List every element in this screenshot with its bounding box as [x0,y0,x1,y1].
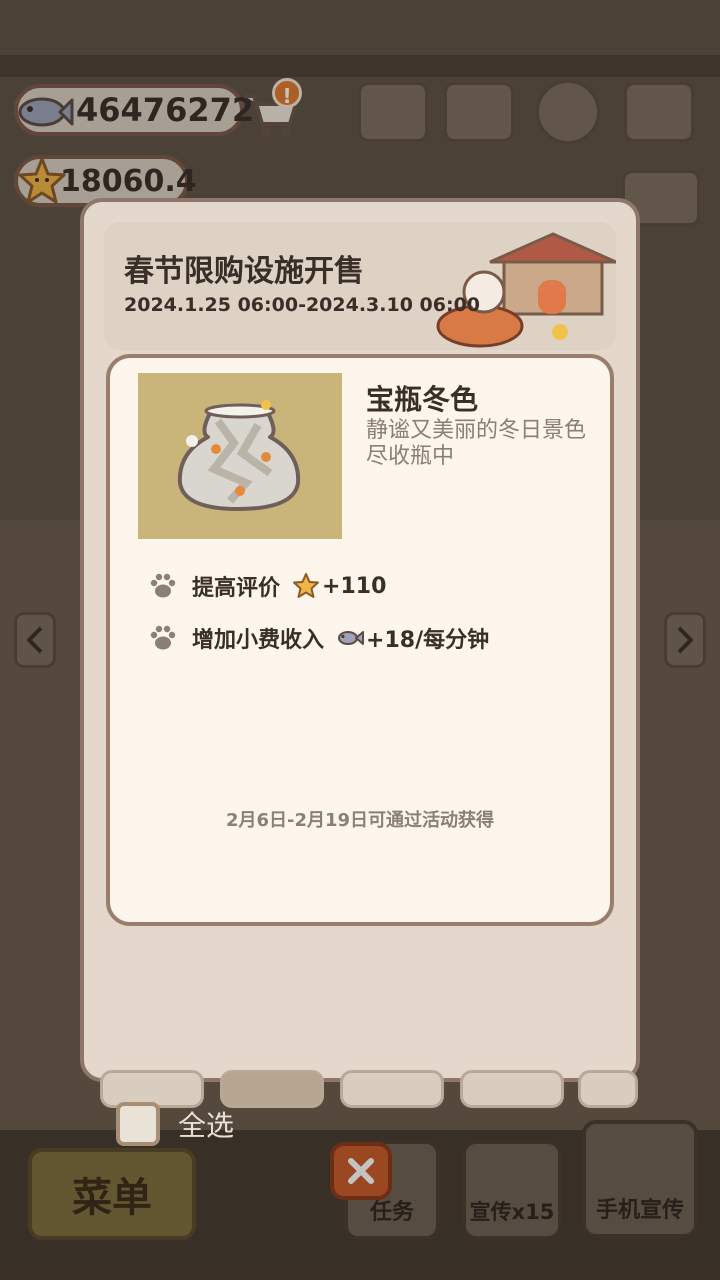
stat-rating-label: 提高评价 [192,576,281,601]
tab-chip[interactable] [220,1070,324,1108]
tab-chip[interactable] [460,1070,564,1108]
item-description: 静谧又美丽的冬日景色尽收瓶中 [366,418,587,469]
select-all-control[interactable]: 全选 [116,1102,234,1146]
event-title: 春节限购设施开售 [124,254,364,289]
event-shrine-illustration [420,222,617,352]
vase-icon [177,400,301,511]
select-all-checkbox[interactable] [116,1102,160,1146]
paw-icon [150,625,176,650]
tab-chip[interactable] [578,1070,638,1108]
stat-rating-value: +110 [322,573,387,599]
stat-rating-row: 提高评价 +110 [148,570,386,602]
paw-icon [150,573,176,598]
star-icon [293,573,320,598]
fish-icon [338,631,365,645]
tab-chip[interactable] [340,1070,444,1108]
item-name: 宝瓶冬色 [366,383,479,416]
event-dates: 2024.1.25 06:00-2024.3.10 06:00 [124,294,481,316]
obtain-note: 2月6日-2月19日可通过活动获得 [225,810,495,831]
item-thumbnail [138,373,342,539]
stat-tip-value: +18/每分钟 [366,628,490,653]
select-all-label: 全选 [178,1109,235,1142]
stat-tip-row: 增加小费收入 +18/每分钟 [148,622,489,654]
stat-tip-label: 增加小费收入 [192,628,325,653]
